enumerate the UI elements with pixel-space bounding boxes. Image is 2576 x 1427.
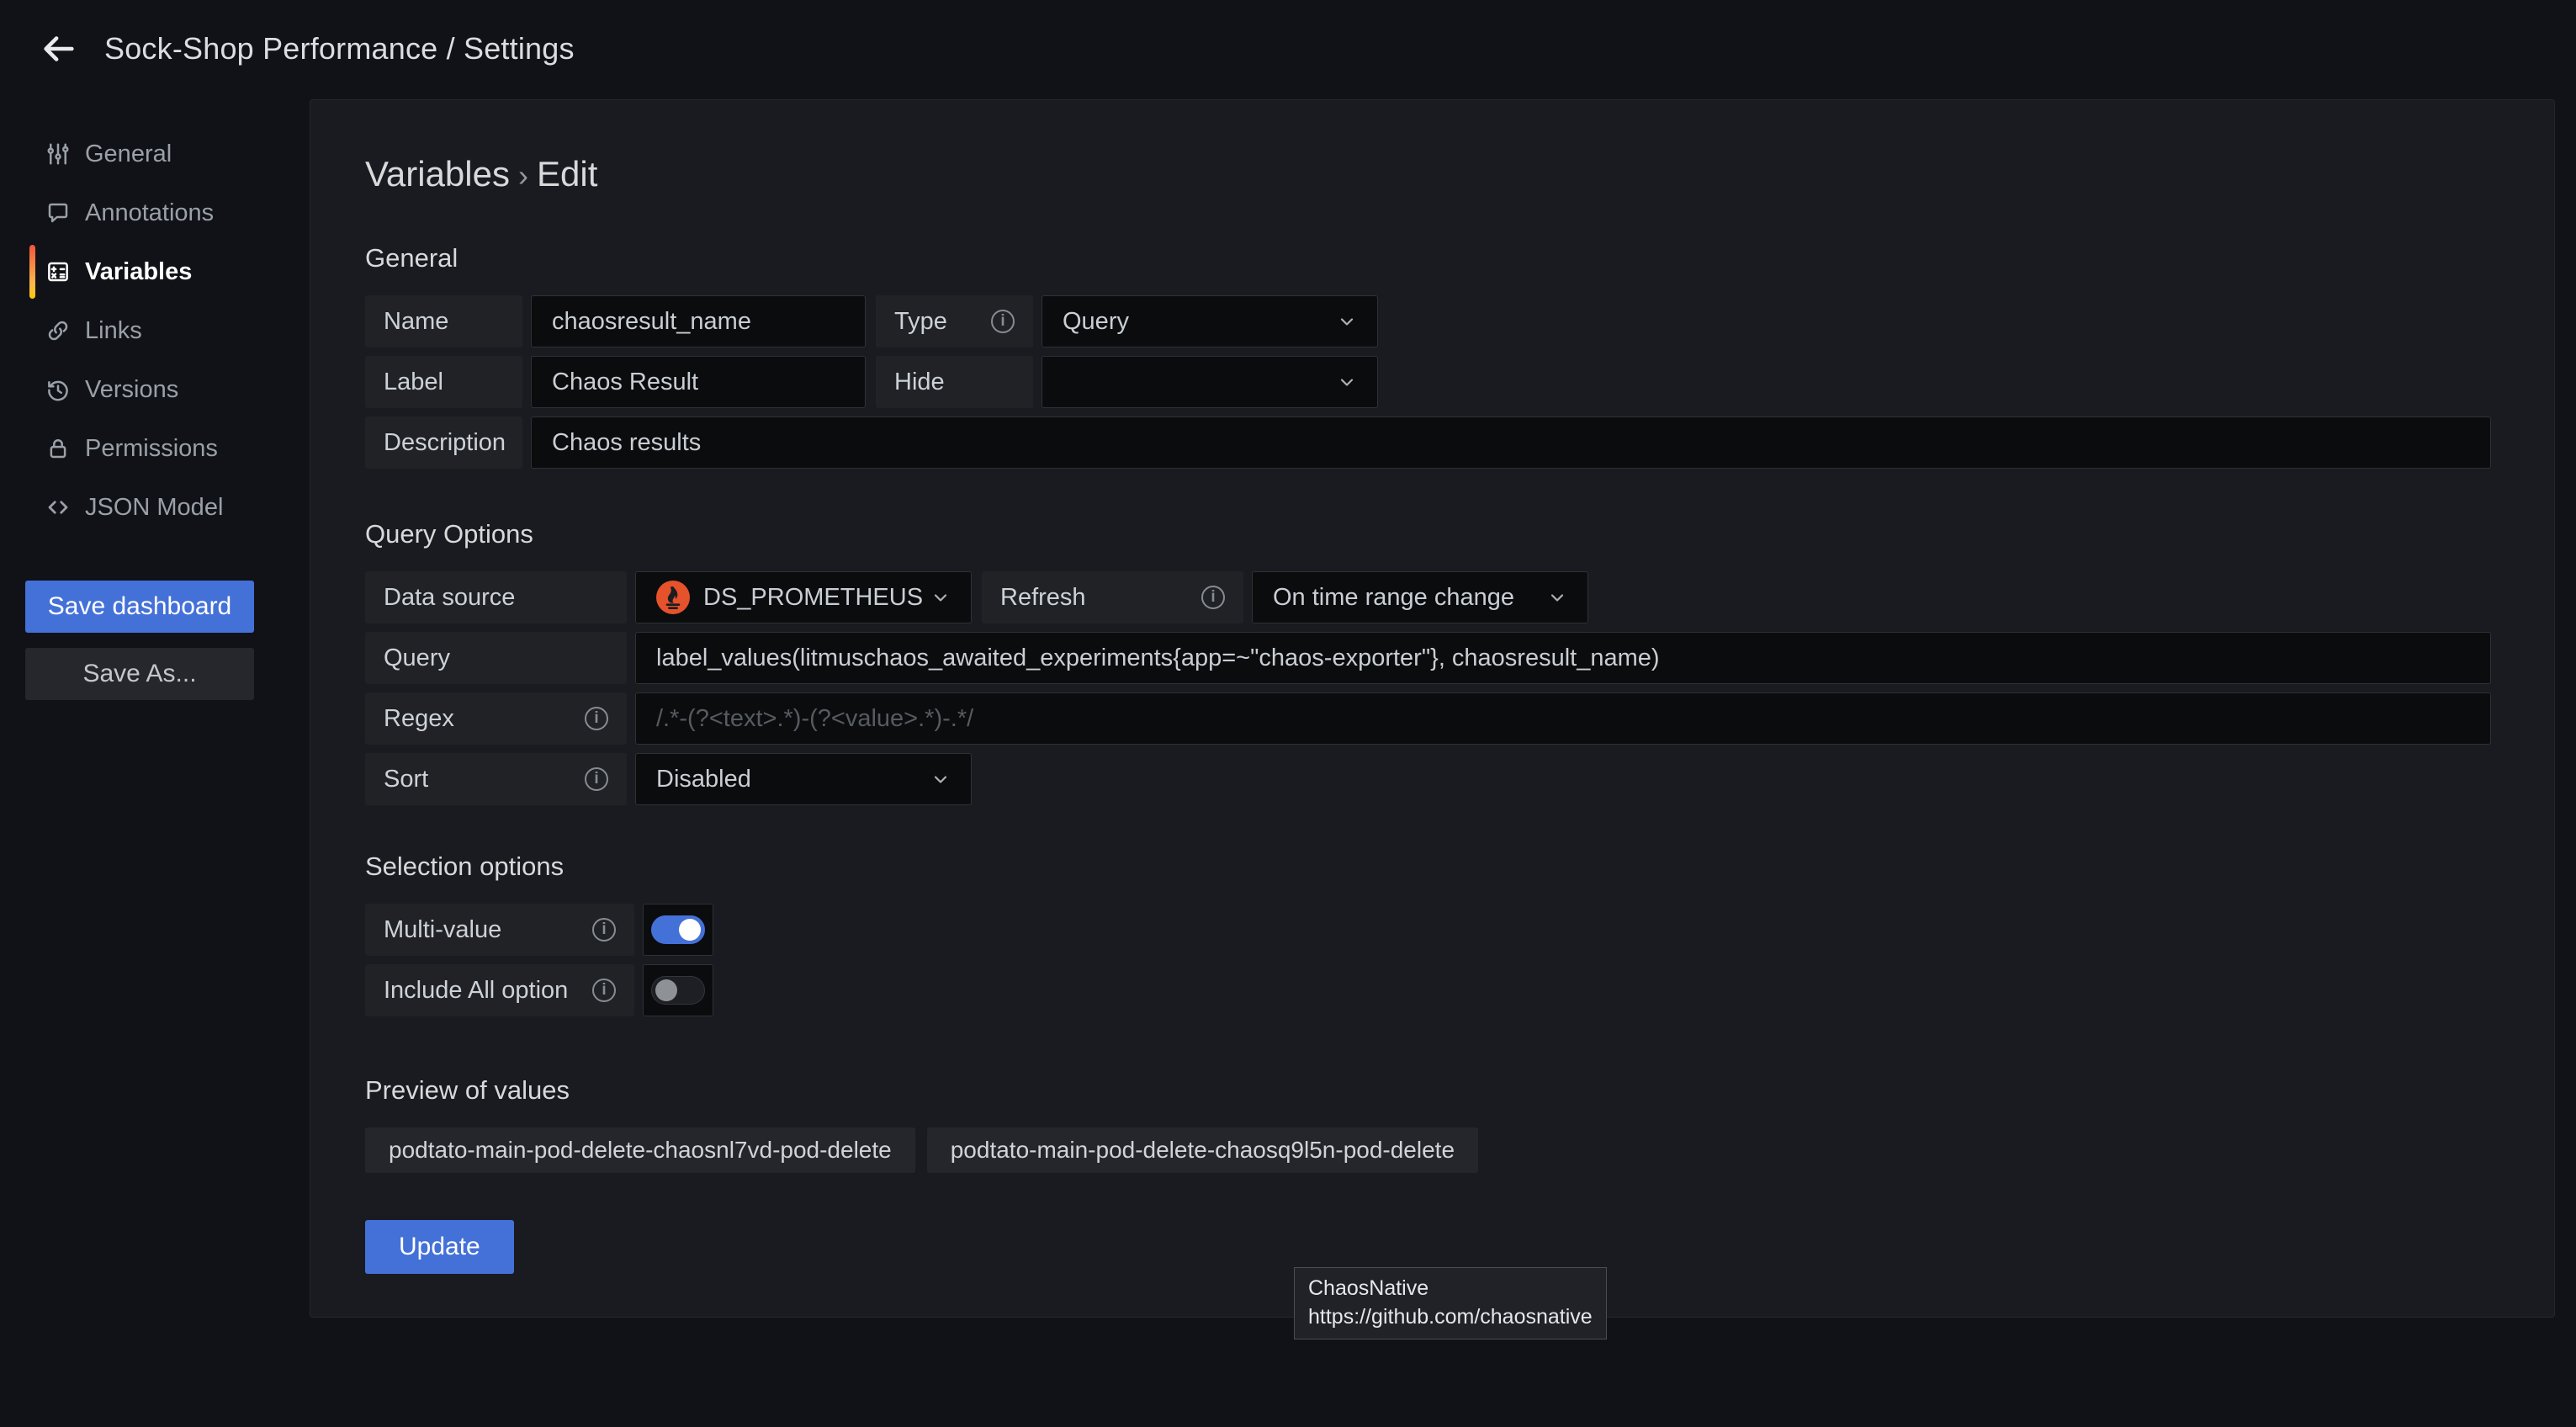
- regex-row: Regex i: [365, 692, 2491, 745]
- active-indicator: [29, 245, 35, 299]
- sidebar-item-label: Links: [85, 317, 142, 345]
- query-row: Query: [365, 632, 2491, 684]
- sidebar-item-label: Permissions: [85, 435, 218, 463]
- chevron-down-icon: [1337, 372, 1357, 392]
- regex-label: Regex i: [365, 692, 627, 745]
- info-icon[interactable]: i: [592, 918, 616, 942]
- sidebar-item-label: Annotations: [85, 199, 214, 227]
- description-input[interactable]: [531, 416, 2491, 469]
- variables-edit-panel: Variables›Edit General Name Type i Query…: [310, 99, 2555, 1318]
- preview-value-chip: podtato-main-pod-delete-chaosnl7vd-pod-d…: [365, 1127, 915, 1173]
- description-label: Description: [365, 416, 522, 469]
- general-heading: General: [365, 243, 2491, 273]
- include-all-toggle[interactable]: [643, 964, 713, 1016]
- sidebar-item-label: General: [85, 141, 172, 168]
- code-icon: [45, 494, 72, 521]
- name-label: Name: [365, 295, 522, 347]
- name-input[interactable]: [531, 295, 866, 347]
- datasource-select[interactable]: DS_PROMETHEUS: [635, 571, 972, 623]
- multi-value-label: Multi-value i: [365, 904, 634, 956]
- regex-input[interactable]: [635, 692, 2491, 745]
- calculator-icon: [45, 258, 72, 285]
- label-label: Label: [365, 356, 522, 408]
- info-icon[interactable]: i: [991, 310, 1015, 333]
- chevron-down-icon: [930, 769, 951, 789]
- sidebar-item-variables[interactable]: Variables: [0, 242, 310, 301]
- back-button[interactable]: [35, 25, 82, 72]
- sidebar-item-json-model[interactable]: JSON Model: [0, 478, 310, 537]
- save-as-button[interactable]: Save As...: [25, 648, 254, 700]
- link-icon: [45, 317, 72, 344]
- breadcrumb-separator: ›: [510, 158, 537, 193]
- history-icon: [45, 376, 72, 403]
- sidebar-item-general[interactable]: General: [0, 125, 310, 183]
- datasource-label: Data source: [365, 571, 627, 623]
- multi-value-toggle[interactable]: [643, 904, 713, 956]
- tooltip-title: ChaosNative: [1308, 1275, 1593, 1303]
- label-hide-row: Label Hide: [365, 356, 2491, 408]
- save-dashboard-button[interactable]: Save dashboard: [25, 581, 254, 633]
- breadcrumb: Variables›Edit: [365, 154, 2491, 194]
- preview-values: podtato-main-pod-delete-chaosnl7vd-pod-d…: [365, 1127, 2491, 1173]
- settings-nav: General Annotations Variables Links: [0, 125, 310, 537]
- include-all-row: Include All option i: [365, 964, 2491, 1016]
- update-button[interactable]: Update: [365, 1220, 514, 1274]
- multi-value-row: Multi-value i: [365, 904, 2491, 956]
- hide-label: Hide: [876, 356, 1033, 408]
- type-select[interactable]: Query: [1042, 295, 1378, 347]
- arrow-left-icon: [40, 29, 78, 68]
- preview-value-chip: podtato-main-pod-delete-chaosq9l5n-pod-d…: [927, 1127, 1478, 1173]
- include-all-label: Include All option i: [365, 964, 634, 1016]
- sidebar-item-links[interactable]: Links: [0, 301, 310, 360]
- type-label: Type i: [876, 295, 1033, 347]
- preview-heading: Preview of values: [365, 1075, 2491, 1106]
- toggle-knob: [655, 979, 677, 1001]
- query-options-heading: Query Options: [365, 519, 2491, 549]
- chevron-down-icon: [930, 587, 951, 607]
- hide-select[interactable]: [1042, 356, 1378, 408]
- selection-options-heading: Selection options: [365, 851, 2491, 882]
- label-input[interactable]: [531, 356, 866, 408]
- page-header: Sock-Shop Performance / Settings: [0, 0, 2576, 98]
- query-input[interactable]: [635, 632, 2491, 684]
- description-row: Description: [365, 416, 2491, 469]
- sidebar-item-label: JSON Model: [85, 494, 223, 522]
- lock-icon: [45, 435, 72, 462]
- name-type-row: Name Type i Query: [365, 295, 2491, 347]
- refresh-select[interactable]: On time range change: [1252, 571, 1588, 623]
- info-icon[interactable]: i: [585, 767, 608, 791]
- chevron-down-icon: [1547, 587, 1567, 607]
- settings-sidebar: General Annotations Variables Links: [0, 98, 310, 1427]
- refresh-label: Refresh i: [982, 571, 1243, 623]
- comment-icon: [45, 199, 72, 226]
- chevron-down-icon: [1337, 311, 1357, 332]
- sidebar-item-versions[interactable]: Versions: [0, 360, 310, 419]
- sidebar-item-annotations[interactable]: Annotations: [0, 183, 310, 242]
- breadcrumb-section: Variables: [365, 154, 510, 194]
- page-title: Sock-Shop Performance / Settings: [104, 31, 575, 66]
- chaosnative-tooltip: ChaosNative https://github.com/chaosnati…: [1294, 1267, 1607, 1339]
- sliders-icon: [45, 141, 72, 167]
- info-icon[interactable]: i: [585, 707, 608, 730]
- sort-row: Sort i Disabled: [365, 753, 2491, 805]
- breadcrumb-page: Edit: [537, 154, 597, 194]
- prometheus-icon: [656, 581, 690, 614]
- sidebar-item-label: Versions: [85, 376, 178, 404]
- sort-select[interactable]: Disabled: [635, 753, 972, 805]
- sidebar-item-permissions[interactable]: Permissions: [0, 419, 310, 478]
- info-icon[interactable]: i: [1201, 586, 1225, 609]
- tooltip-url: https://github.com/chaosnative: [1308, 1303, 1593, 1332]
- sort-label: Sort i: [365, 753, 627, 805]
- datasource-refresh-row: Data source DS_PROMETHEUS Refresh i On t…: [365, 571, 2491, 623]
- sidebar-item-label: Variables: [85, 258, 192, 286]
- query-label: Query: [365, 632, 627, 684]
- toggle-knob: [679, 919, 701, 941]
- info-icon[interactable]: i: [592, 979, 616, 1002]
